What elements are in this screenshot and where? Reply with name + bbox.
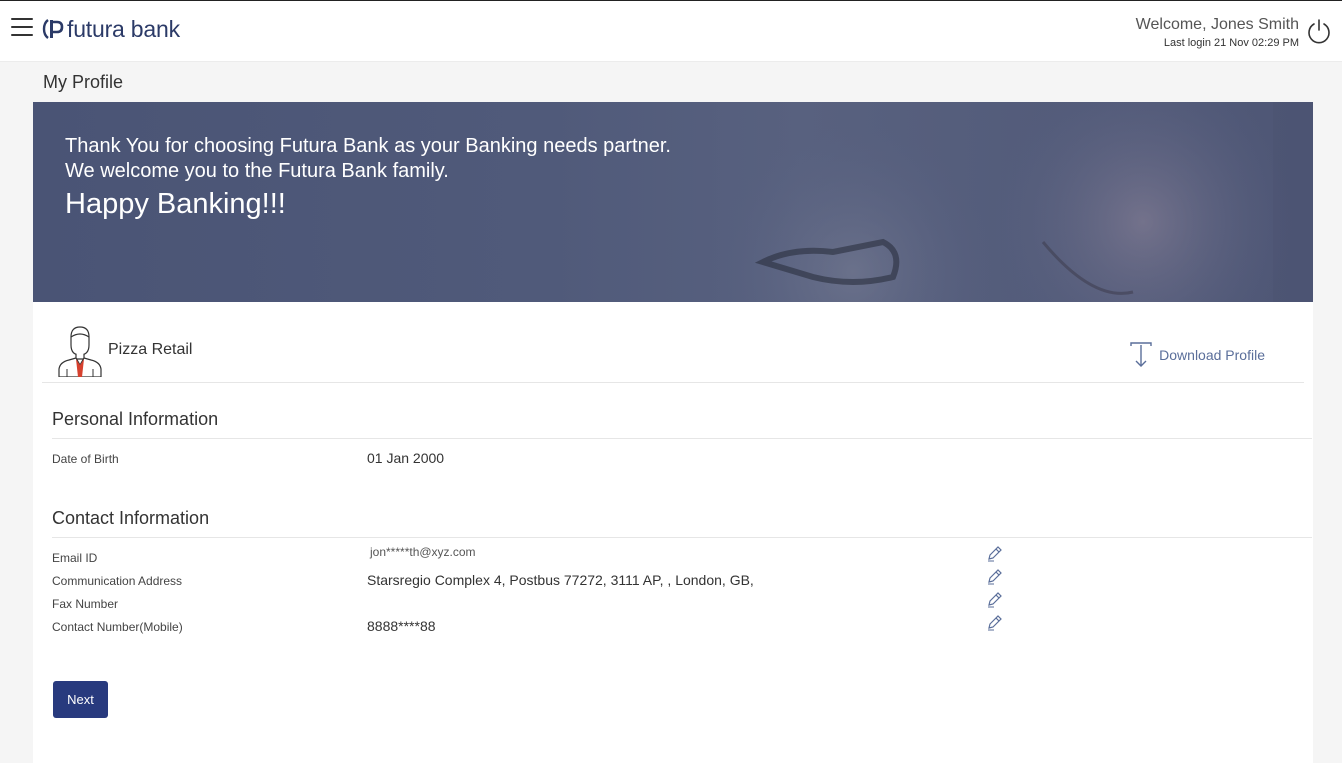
- page-title: My Profile: [43, 72, 124, 92]
- welcome-text: Welcome, Jones Smith: [1135, 16, 1299, 33]
- edit-mobile-icon[interactable]: [986, 614, 1003, 631]
- contact-info-title: Contact Information: [52, 508, 210, 528]
- welcome-banner: Thank You for choosing Futura Bank as yo…: [33, 102, 1313, 302]
- banner-line-1: Thank You for choosing Futura Bank as yo…: [65, 135, 671, 157]
- edit-address-icon[interactable]: [986, 568, 1003, 585]
- profile-content: Pizza Retail Download Profile Personal I…: [33, 302, 1313, 763]
- dob-value: 01 Jan 2000: [367, 450, 445, 466]
- fax-label: Fax Number: [52, 597, 119, 611]
- download-profile-label: Download Profile: [1159, 347, 1265, 363]
- profile-summary: Pizza Retail Download Profile: [42, 302, 1304, 383]
- brand-name: futura bank: [67, 15, 180, 42]
- section-divider: [52, 537, 1312, 538]
- banner-headline: Happy Banking!!!: [65, 188, 286, 220]
- mobile-label: Contact Number(Mobile): [52, 620, 183, 634]
- email-label: Email ID: [52, 551, 98, 565]
- download-icon: [1130, 342, 1152, 367]
- profile-name: Pizza Retail: [108, 341, 193, 358]
- address-label: Communication Address: [52, 574, 183, 588]
- futura-logo-icon: [42, 19, 64, 39]
- power-icon[interactable]: [1306, 17, 1332, 45]
- next-button[interactable]: Next: [53, 681, 108, 718]
- address-value: Starsregio Complex 4, Postbus 77272, 311…: [367, 572, 754, 588]
- welcome-block: Welcome, Jones Smith Last login 21 Nov 0…: [1136, 15, 1299, 50]
- brand-logo[interactable]: futura bank: [42, 15, 180, 43]
- top-header: futura bank Welcome, Jones Smith Last lo…: [0, 0, 1342, 62]
- banner-text: Thank You for choosing Futura Bank as yo…: [65, 134, 671, 223]
- last-login-text: Last login 21 Nov 02:29 PM: [1163, 37, 1299, 49]
- edit-fax-icon[interactable]: [986, 591, 1003, 608]
- user-avatar-icon: [58, 326, 102, 377]
- hamburger-menu-icon[interactable]: [11, 18, 33, 38]
- section-divider: [52, 438, 1312, 439]
- mobile-value: 8888****88: [367, 618, 436, 634]
- banner-line-2: We welcome you to the Futura Bank family…: [65, 160, 449, 182]
- email-value: jon*****th@xyz.com: [370, 545, 476, 559]
- dob-label: Date of Birth: [52, 452, 119, 466]
- personal-info-title: Personal Information: [52, 409, 219, 429]
- download-profile-link[interactable]: Download Profile: [1129, 342, 1265, 368]
- edit-email-icon[interactable]: [986, 545, 1003, 562]
